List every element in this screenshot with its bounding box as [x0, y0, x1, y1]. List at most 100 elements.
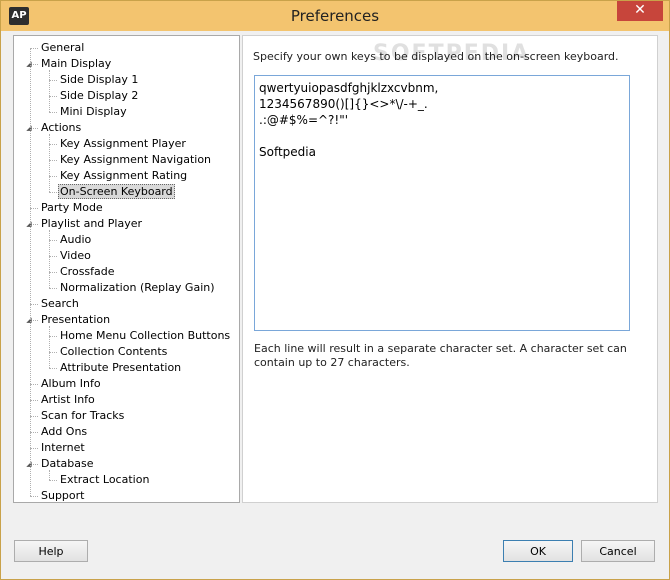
tree-connector: [49, 352, 57, 353]
tree-connector: [30, 48, 38, 49]
tree-item-label: Scan for Tracks: [41, 409, 125, 422]
tree-item[interactable]: Artist Info: [39, 392, 97, 408]
tree-connector: [49, 336, 57, 337]
tree-connector: [30, 208, 38, 209]
ok-button[interactable]: OK: [503, 540, 573, 562]
tree-item[interactable]: Playlist and Player: [39, 216, 144, 232]
tree-item[interactable]: Video: [58, 248, 93, 264]
tree-item-label: Attribute Presentation: [60, 361, 182, 374]
tree-item-label: Main Display: [41, 57, 112, 70]
expand-arrow-icon[interactable]: ◢: [24, 120, 34, 136]
tree-item[interactable]: Search: [39, 296, 81, 312]
preferences-window: AP Preferences ✕ General Main Display ◢ Sid…: [0, 0, 670, 580]
cancel-button[interactable]: Cancel: [581, 540, 655, 562]
expand-arrow-icon[interactable]: ◢: [24, 56, 34, 72]
tree-item-label: Presentation: [41, 313, 111, 326]
tree-connector: [49, 240, 57, 241]
expand-arrow-icon[interactable]: ◢: [24, 456, 34, 472]
keys-line: [259, 128, 625, 144]
tree-connector: [49, 112, 57, 113]
tree-connector: [49, 80, 57, 81]
tree-item-label: On-Screen Keyboard: [58, 184, 175, 199]
panel-intro: Specify your own keys to be displayed on…: [253, 50, 619, 63]
tree-item[interactable]: Support: [39, 488, 86, 502]
keys-line: 1234567890()[]{}<>*\/-+_.: [259, 97, 428, 111]
tree-connector: [49, 192, 57, 193]
close-icon: ✕: [634, 2, 646, 18]
keys-line: qwertyuiopasdfghjklzxcvbnm,: [259, 81, 439, 95]
tree-item-label: Side Display 1: [60, 73, 139, 86]
tree-connector: [30, 448, 38, 449]
keys-line: Softpedia: [259, 145, 316, 159]
tree-connector: [30, 496, 38, 497]
tree-child-spine: [49, 470, 50, 480]
help-button[interactable]: Help: [14, 540, 88, 562]
tree-connector: [49, 160, 57, 161]
tree-item[interactable]: Key Assignment Navigation: [58, 152, 213, 168]
tree-item[interactable]: Extract Location: [58, 472, 151, 488]
keys-line: .:@#$%=^?!"': [259, 113, 349, 127]
tree-connector: [30, 304, 38, 305]
tree-item[interactable]: Mini Display: [58, 104, 129, 120]
expand-arrow-icon[interactable]: ◢: [24, 312, 34, 328]
tree-connector: [30, 400, 38, 401]
tree-connector: [49, 176, 57, 177]
close-button[interactable]: ✕: [617, 1, 663, 21]
tree-item-label: Key Assignment Navigation: [60, 153, 212, 166]
title-bar[interactable]: AP Preferences ✕: [1, 1, 669, 31]
tree-item-label: Database: [41, 457, 94, 470]
tree-item[interactable]: Database: [39, 456, 96, 472]
tree-item-label: Extract Location: [60, 473, 150, 486]
tree-item[interactable]: Side Display 2: [58, 88, 140, 104]
tree-item[interactable]: Add Ons: [39, 424, 89, 440]
tree-item-label: Add Ons: [41, 425, 88, 438]
tree-connector: [30, 416, 38, 417]
tree-connector: [49, 144, 57, 145]
tree-connector: [49, 272, 57, 273]
tree-connector: [49, 96, 57, 97]
tree-item-label: Artist Info: [41, 393, 95, 406]
tree-item[interactable]: Actions: [39, 120, 83, 136]
tree-item[interactable]: General: [39, 40, 86, 56]
dialog-body: General Main Display ◢ Side Display 1 Side D…: [8, 31, 661, 572]
tree-item[interactable]: Crossfade: [58, 264, 117, 280]
tree-item[interactable]: Attribute Presentation: [58, 360, 183, 376]
tree-item[interactable]: Main Display: [39, 56, 113, 72]
tree-child-spine: [49, 134, 50, 192]
tree-item-label: Collection Contents: [60, 345, 168, 358]
tree-item-label: Normalization (Replay Gain): [60, 281, 215, 294]
tree-item-label: Search: [41, 297, 79, 310]
preferences-tree[interactable]: General Main Display ◢ Side Display 1 Side D…: [13, 35, 240, 503]
tree-connector: [49, 256, 57, 257]
settings-panel: SOFTPEDIA Specify your own keys to be di…: [242, 35, 658, 503]
tree-item[interactable]: Album Info: [39, 376, 103, 392]
tree-item[interactable]: Home Menu Collection Buttons: [58, 328, 232, 344]
tree-item-label: Home Menu Collection Buttons: [60, 329, 231, 342]
tree-item-label: Video: [60, 249, 91, 262]
tree-item[interactable]: On-Screen Keyboard: [58, 184, 175, 200]
tree-connector: [30, 432, 38, 433]
tree-item[interactable]: Scan for Tracks: [39, 408, 126, 424]
tree-connector: [49, 368, 57, 369]
tree-item[interactable]: Side Display 1: [58, 72, 140, 88]
tree-item-label: Audio: [60, 233, 92, 246]
tree-connector: [30, 384, 38, 385]
tree-item[interactable]: Collection Contents: [58, 344, 169, 360]
tree-item[interactable]: Normalization (Replay Gain): [58, 280, 217, 296]
expand-arrow-icon[interactable]: ◢: [24, 216, 34, 232]
tree-item[interactable]: Internet: [39, 440, 87, 456]
window-title: Preferences: [290, 7, 380, 25]
tree-spine: [30, 48, 31, 496]
tree-item-label: Mini Display: [60, 105, 127, 118]
tree-item[interactable]: Key Assignment Player: [58, 136, 188, 152]
tree-item-label: Actions: [41, 121, 82, 134]
tree-item[interactable]: Key Assignment Rating: [58, 168, 189, 184]
tree-item-label: Internet: [41, 441, 85, 454]
tree-item[interactable]: Party Mode: [39, 200, 105, 216]
tree-item[interactable]: Audio: [58, 232, 93, 248]
panel-note: Each line will result in a separate char…: [254, 342, 627, 369]
tree-child-spine: [49, 70, 50, 112]
tree-item-label: Support: [41, 489, 85, 502]
keys-textarea[interactable]: qwertyuiopasdfghjklzxcvbnm, 1234567890()[…: [254, 75, 630, 331]
tree-connector: [49, 288, 57, 289]
